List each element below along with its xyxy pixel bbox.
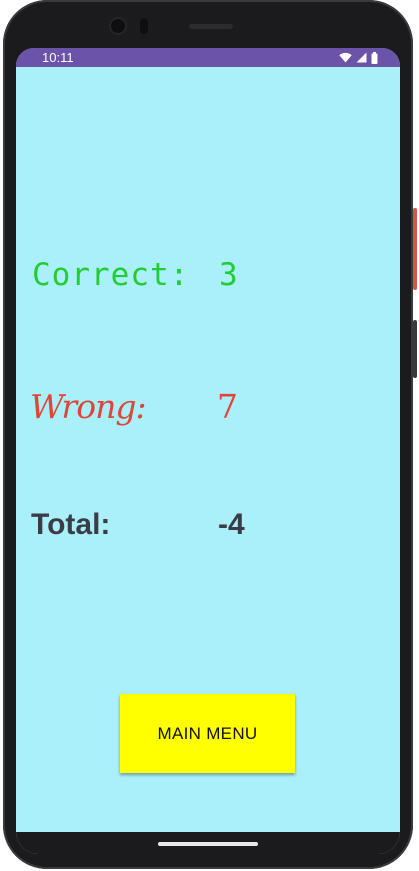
volume-button[interactable] [413, 320, 417, 378]
wifi-icon [339, 52, 352, 63]
total-score: -4 [218, 508, 245, 541]
correct-count: 3 [219, 257, 238, 293]
wrong-label: Wrong: [30, 387, 147, 426]
status-bar: 10:11 [16, 48, 400, 67]
wrong-count: 7 [217, 387, 238, 426]
status-time: 10:11 [42, 50, 74, 65]
proximity-sensor [140, 18, 148, 34]
earpiece-speaker [189, 24, 233, 29]
navigation-bar [16, 832, 400, 854]
device-frame: 10:11 Correct: 3 Wrong: 7 Total: -4 MAIN… [0, 0, 419, 871]
screen: 10:11 Correct: 3 Wrong: 7 Total: -4 MAIN… [16, 48, 400, 854]
battery-icon [371, 51, 378, 64]
power-button[interactable] [413, 208, 417, 290]
cellular-signal-icon [356, 52, 367, 63]
total-label: Total: [31, 508, 111, 541]
correct-label: Correct: [32, 257, 190, 293]
results-screen: Correct: 3 Wrong: 7 Total: -4 MAIN MENU [16, 67, 400, 832]
home-gesture-handle[interactable] [158, 842, 258, 846]
status-icons [339, 51, 378, 64]
main-menu-button[interactable]: MAIN MENU [120, 694, 295, 773]
front-camera-icon [111, 19, 125, 33]
